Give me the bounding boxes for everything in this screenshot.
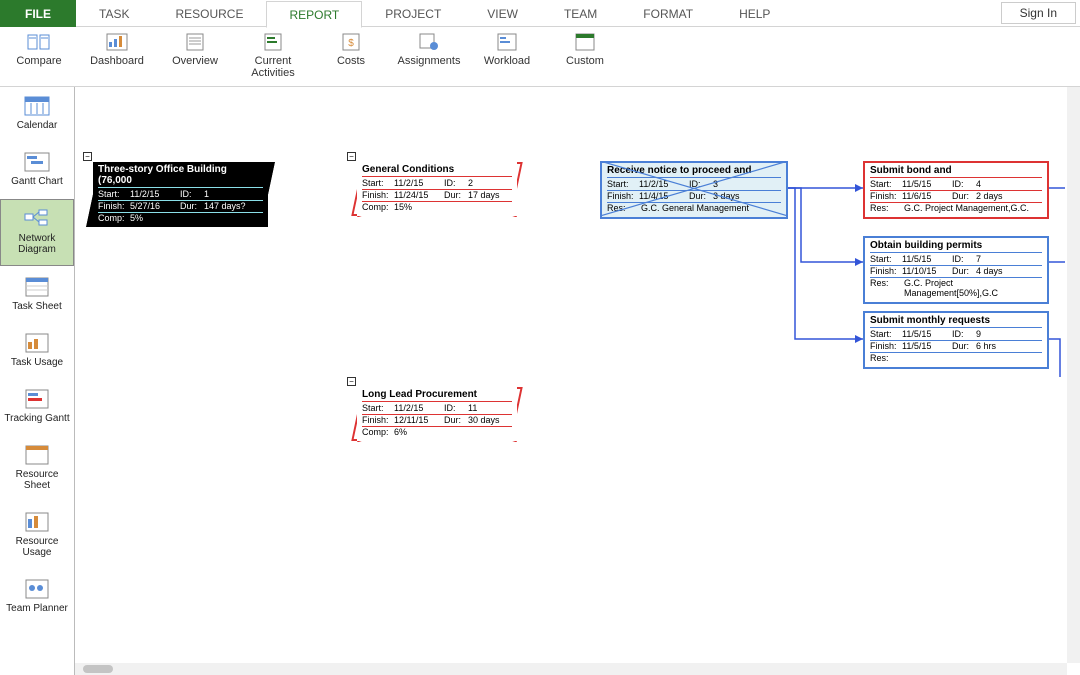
svg-text:$: $ xyxy=(348,38,354,49)
signin-button[interactable]: Sign In xyxy=(1001,2,1076,24)
resusage-icon xyxy=(23,511,51,533)
task-title: Submit bond and xyxy=(870,165,1042,178)
custom-icon xyxy=(573,31,597,53)
task-title: Obtain building permits xyxy=(870,240,1042,253)
collapse-toggle[interactable]: − xyxy=(347,152,356,161)
overview-icon xyxy=(183,31,207,53)
activities-icon xyxy=(261,31,285,53)
menu-view[interactable]: VIEW xyxy=(464,0,541,27)
assignments-icon xyxy=(417,31,441,53)
ribbon-overview[interactable]: Overview xyxy=(156,31,234,82)
tasksheet-icon xyxy=(23,276,51,298)
taskusage-icon xyxy=(23,332,51,354)
ribbon-label: Workload xyxy=(484,55,530,67)
tracking-icon xyxy=(23,388,51,410)
menu-help[interactable]: HELP xyxy=(716,0,793,27)
horizontal-scrollbar[interactable] xyxy=(75,663,1067,675)
ribbon-label: Overview xyxy=(172,55,218,67)
view-calendar[interactable]: Calendar xyxy=(0,87,74,141)
task-title: Receive notice to proceed and xyxy=(607,165,781,178)
ribbon-current-activities[interactable]: Current Activities xyxy=(234,31,312,82)
ribbon-custom[interactable]: Custom xyxy=(546,31,624,82)
view-network-diagram[interactable]: Network Diagram xyxy=(0,199,74,266)
ribbon-workload[interactable]: Workload xyxy=(468,31,546,82)
menu-project[interactable]: PROJECT xyxy=(362,0,464,27)
task-title: Three-story Office Building (76,000 xyxy=(98,164,263,188)
task-title: Submit monthly requests xyxy=(870,315,1042,328)
menu-team[interactable]: TEAM xyxy=(541,0,620,27)
menu-file[interactable]: FILE xyxy=(0,0,76,27)
view-label: Calendar xyxy=(17,120,58,131)
task-node-7[interactable]: Obtain building permits Start:11/5/15ID:… xyxy=(863,236,1049,304)
view-label: Team Planner xyxy=(6,603,68,614)
dashboard-icon xyxy=(105,31,129,53)
ribbon-label: Custom xyxy=(566,55,604,67)
menu-resource[interactable]: RESOURCE xyxy=(152,0,266,27)
task-node-2[interactable]: − General Conditions Start:11/2/15ID:2 F… xyxy=(357,162,517,216)
ribbon-compare[interactable]: Compare xyxy=(0,31,78,82)
costs-icon: $ xyxy=(339,31,363,53)
view-label: Resource Sheet xyxy=(2,469,72,491)
menu-format[interactable]: FORMAT xyxy=(620,0,716,27)
menu-report[interactable]: REPORT xyxy=(266,1,362,28)
ribbon-label: Costs xyxy=(337,55,365,67)
view-label: Tracking Gantt xyxy=(4,413,69,424)
ressheet-icon xyxy=(23,444,51,466)
collapse-toggle[interactable]: − xyxy=(83,152,92,161)
network-icon xyxy=(23,208,51,230)
menu-bar: FILE TASK RESOURCE REPORT PROJECT VIEW T… xyxy=(0,0,1080,27)
menu-task[interactable]: TASK xyxy=(76,0,152,27)
ribbon: Compare Dashboard Overview Current Activ… xyxy=(0,27,1080,87)
view-resource-usage[interactable]: Resource Usage xyxy=(0,503,74,568)
task-node-11[interactable]: − Long Lead Procurement Start:11/2/15ID:… xyxy=(357,387,517,441)
ribbon-assignments[interactable]: Assignments xyxy=(390,31,468,82)
ribbon-dashboard[interactable]: Dashboard xyxy=(78,31,156,82)
task-title: General Conditions xyxy=(362,164,512,177)
view-tracking-gantt[interactable]: Tracking Gantt xyxy=(0,380,74,434)
workload-icon xyxy=(495,31,519,53)
view-team-planner[interactable]: Team Planner xyxy=(0,570,74,624)
network-diagram-canvas[interactable]: − Three-story Office Building (76,000 St… xyxy=(75,87,1080,675)
scroll-thumb[interactable] xyxy=(83,665,113,673)
view-label: Gantt Chart xyxy=(11,176,63,187)
task-node-1[interactable]: − Three-story Office Building (76,000 St… xyxy=(93,162,268,227)
view-label: Resource Usage xyxy=(2,536,72,558)
view-task-usage[interactable]: Task Usage xyxy=(0,324,74,378)
view-task-sheet[interactable]: Task Sheet xyxy=(0,268,74,322)
ribbon-costs[interactable]: $ Costs xyxy=(312,31,390,82)
task-title: Long Lead Procurement xyxy=(362,389,512,402)
view-label: Task Usage xyxy=(11,357,63,368)
task-node-3[interactable]: Receive notice to proceed and Start:11/2… xyxy=(600,161,788,219)
ribbon-label: Dashboard xyxy=(90,55,144,67)
task-node-9[interactable]: Submit monthly requests Start:11/5/15ID:… xyxy=(863,311,1049,369)
view-gantt[interactable]: Gantt Chart xyxy=(0,143,74,197)
teamplanner-icon xyxy=(23,578,51,600)
ribbon-label: Assignments xyxy=(398,55,461,67)
compare-icon xyxy=(27,31,51,53)
collapse-toggle[interactable]: − xyxy=(347,377,356,386)
view-sidebar: Calendar Gantt Chart Network Diagram Tas… xyxy=(0,87,75,675)
ribbon-label: Compare xyxy=(16,55,61,67)
ribbon-label: Current Activities xyxy=(234,55,312,79)
calendar-icon xyxy=(23,95,51,117)
vertical-scrollbar[interactable] xyxy=(1067,87,1080,663)
view-label: Network Diagram xyxy=(3,233,71,255)
gantt-icon xyxy=(23,151,51,173)
task-node-4[interactable]: Submit bond and Start:11/5/15ID:4 Finish… xyxy=(863,161,1049,219)
view-resource-sheet[interactable]: Resource Sheet xyxy=(0,436,74,501)
view-label: Task Sheet xyxy=(12,301,61,312)
